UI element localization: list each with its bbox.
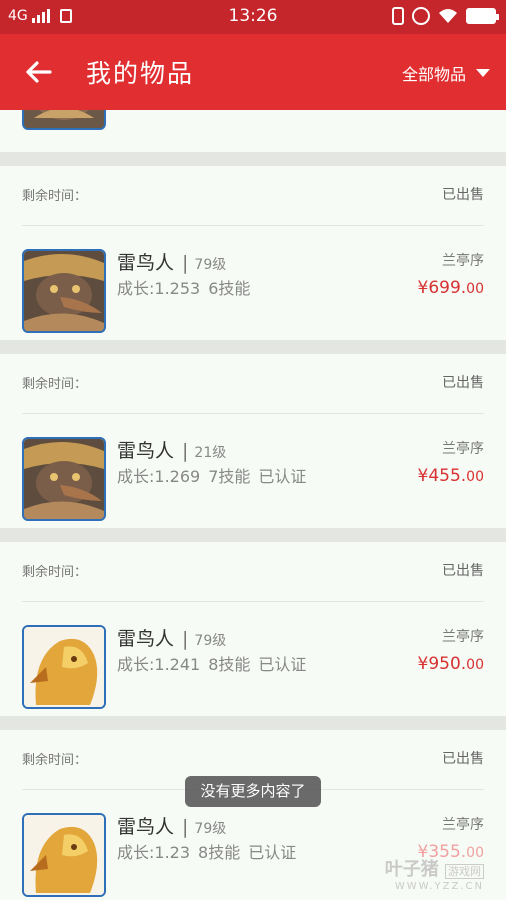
alarm-icon [412,7,430,25]
watermark-tag: 游戏网 [445,864,484,879]
divider [0,152,506,166]
remaining-time-label: 剩余时间： [22,565,88,580]
name-separator: | [182,816,189,838]
pet-name: 雷鸟人 [117,816,175,838]
divider [0,716,506,730]
growth-value: 成长:1.23 [117,843,191,862]
price-main: ¥699. [417,278,467,298]
pet-name-row: 雷鸟人 | 79级 [117,812,226,839]
price-main: ¥950. [417,654,467,674]
watermark: 叶子猪 游戏网 WWW.YZZ.CN [385,855,484,892]
pet-level: 79级 [194,633,227,649]
name-separator: | [182,628,189,650]
status-badge: 已出售 [442,751,484,767]
price: ¥455.00 [418,466,485,486]
pet-name: 雷鸟人 [117,440,175,462]
price-cents: 00 [466,281,484,297]
chevron-down-icon [476,69,490,77]
divider [0,340,506,354]
growth-value: 成长:1.269 [117,467,201,486]
golden-eagle-icon [24,815,104,895]
watermark-main: 叶子猪 [384,859,439,880]
status-badge: 已出售 [442,375,484,391]
verified-tag: 已认证 [258,655,307,674]
wifi-icon [439,9,457,23]
pet-avatar [22,249,106,333]
back-arrow-icon [26,61,52,83]
price-cents: 00 [466,657,484,673]
item-header: 剩余时间： 已出售 [22,354,484,414]
status-right [392,7,499,25]
item-header: 剩余时间： 已出售 [22,166,484,226]
status-badge: 已出售 [442,563,484,579]
pet-avatar [22,813,106,897]
skills-count: 7技能 [208,467,251,486]
item-header: 剩余时间： 已出售 [22,542,484,602]
pet-avatar [22,625,106,709]
price: ¥699.00 [418,278,485,298]
pet-level: 79级 [194,257,227,273]
skills-count: 8技能 [208,655,251,674]
filter-dropdown[interactable]: 全部物品 [402,61,490,85]
pet-stats: 成长:1.269 7技能 已认证 [117,463,314,487]
verified-tag: 已认证 [258,467,307,486]
warrior-avatar-icon [24,110,104,128]
pet-stats: 成长:1.23 8技能 已认证 [117,839,304,863]
watermark-url: WWW.YZZ.CN [394,881,484,892]
pet-level: 79级 [194,821,227,837]
list-item-partial [0,110,506,152]
skills-count: 8技能 [198,843,241,862]
list-item[interactable]: 剩余时间： 已出售 雷鸟人 | 21级 成长:1.269 7技能 已认证 兰亭序 ¥45… [0,354,506,528]
pet-name-row: 雷鸟人 | 79级 [117,248,226,275]
status-badge: 已出售 [442,187,484,203]
list-item[interactable]: 剩余时间： 已出售 雷鸟人 | 79级 成长:1.241 8技能 已认证 兰亭序 ¥95… [0,542,506,716]
price: ¥950.00 [418,654,485,674]
thunderbird-warrior-icon [24,251,104,331]
verified-tag: 已认证 [248,843,297,862]
list-item[interactable]: 剩余时间： 已出售 雷鸟人 | 79级 成长:1.253 6技能 兰亭序 ¥699.0… [0,166,506,340]
pet-name: 雷鸟人 [117,252,175,274]
server-name: 兰亭序 [442,441,484,457]
price-main: ¥455. [417,466,467,486]
toast-message: 没有更多内容了 [185,776,321,807]
pet-name: 雷鸟人 [117,628,175,650]
pet-name-row: 雷鸟人 | 21级 [117,436,226,463]
pet-stats: 成长:1.253 6技能 [117,275,266,299]
app-bar: 我的物品 全部物品 [0,34,506,110]
server-name: 兰亭序 [442,629,484,645]
vibrate-icon [392,7,404,25]
status-bar: 4G 13:26 [0,0,506,34]
pet-name-row: 雷鸟人 | 79级 [117,624,226,651]
remaining-time-label: 剩余时间： [22,753,88,768]
remaining-time-label: 剩余时间： [22,189,88,204]
battery-icon [466,8,499,24]
server-name: 兰亭序 [442,253,484,269]
name-separator: | [182,252,189,274]
pet-stats: 成长:1.241 8技能 已认证 [117,651,314,675]
pet-level: 21级 [194,445,227,461]
remaining-time-label: 剩余时间： [22,377,88,392]
back-button[interactable] [18,52,58,92]
divider [0,528,506,542]
filter-label: 全部物品 [401,65,466,84]
page-title: 我的物品 [86,59,195,88]
price-cents: 00 [466,469,484,485]
pet-avatar [22,110,106,130]
golden-eagle-icon [24,627,104,707]
name-separator: | [182,440,189,462]
skills-count: 6技能 [208,279,251,298]
server-name: 兰亭序 [442,817,484,833]
pet-avatar [22,437,106,521]
growth-value: 成长:1.241 [117,655,201,674]
growth-value: 成长:1.253 [117,279,201,298]
thunderbird-warrior-icon [24,439,104,519]
